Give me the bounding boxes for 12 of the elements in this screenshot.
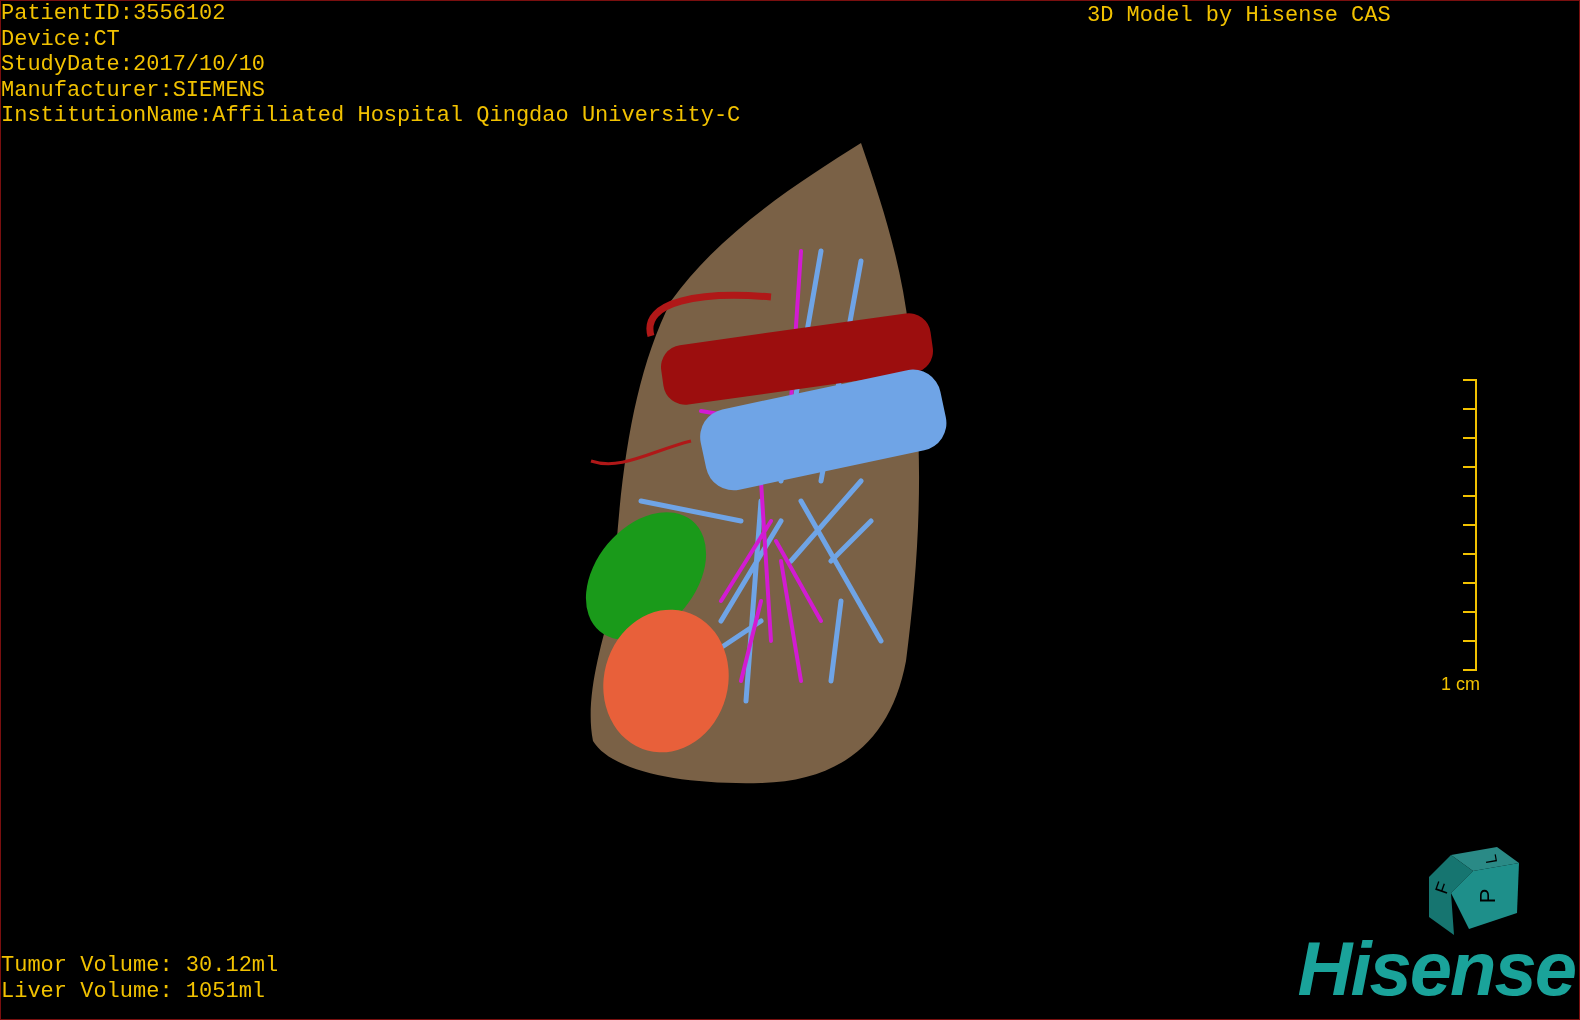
patient-info-line: Manufacturer:SIEMENS <box>1 77 267 103</box>
model-caption: 3D Model by Hisense CAS <box>1087 2 1391 30</box>
scale-label: 1 cm <box>1441 673 1480 695</box>
cube-face-label: F <box>1432 879 1453 897</box>
patient-info-line: StudyDate:2017/10/10 <box>1 52 267 78</box>
volume-reading: Tumor Volume: 30.12ml <box>1 953 279 979</box>
patient-info-line: Device:CT <box>1 26 121 52</box>
patient-info-line: InstitutionName:Affiliated Hospital Qingdao University-C <box>1 103 741 129</box>
patient-info-line: PatientID:3556102 <box>1 1 227 27</box>
cube-face-label: L <box>1482 853 1501 865</box>
cube-face-label: P <box>1477 888 1500 904</box>
volume-reading: Liver Volume: 1051ml <box>1 979 267 1005</box>
